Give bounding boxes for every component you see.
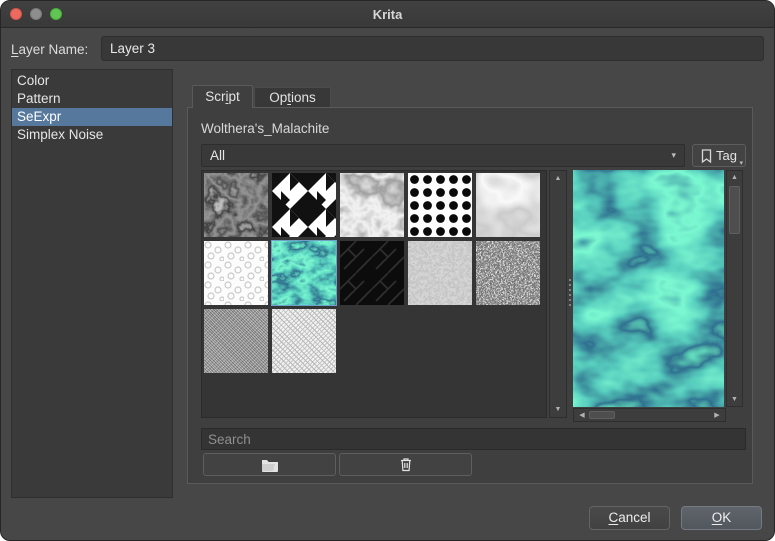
preview-scrollbar-vertical[interactable]: ▲ ▼ bbox=[726, 170, 743, 407]
splitter-handle[interactable] bbox=[567, 279, 572, 313]
scroll-down-icon[interactable]: ▼ bbox=[727, 396, 742, 403]
pattern-thumbnail-bw-triangles[interactable] bbox=[272, 173, 336, 237]
pattern-thumbnail-dark-marble[interactable] bbox=[204, 173, 268, 237]
generator-list: Color Pattern SeExpr Simplex Noise bbox=[11, 69, 173, 498]
traffic-lights bbox=[10, 8, 62, 20]
tab-script[interactable]: Script bbox=[192, 85, 253, 108]
titlebar[interactable]: Krita bbox=[1, 1, 774, 28]
import-resource-button[interactable] bbox=[203, 453, 336, 476]
pattern-thumbnail-polka-dots[interactable] bbox=[408, 173, 472, 237]
zoom-button-icon[interactable] bbox=[50, 8, 62, 20]
pattern-preview[interactable] bbox=[573, 170, 724, 407]
tag-button[interactable]: Tag ▾ bbox=[692, 144, 746, 167]
pattern-thumbnail-gray-fabric[interactable] bbox=[204, 309, 268, 373]
layer-name-label: Layer Name: bbox=[11, 42, 88, 57]
bookmark-icon bbox=[701, 149, 712, 163]
list-item-color[interactable]: Color bbox=[12, 72, 172, 90]
list-item-simplex-noise[interactable]: Simplex Noise bbox=[12, 126, 172, 144]
scroll-left-icon[interactable]: ◀ bbox=[577, 411, 587, 419]
pattern-thumbnail-white-squiggles[interactable] bbox=[204, 241, 268, 305]
pattern-thumbnail-dark-speckle[interactable] bbox=[476, 241, 540, 305]
scrollbar-thumb[interactable] bbox=[589, 411, 615, 419]
ok-button[interactable]: OK bbox=[681, 506, 762, 530]
close-button-icon[interactable] bbox=[10, 8, 22, 20]
pattern-thumbnail-soft-clouds[interactable] bbox=[476, 173, 540, 237]
pattern-thumbnail-light-weave[interactable] bbox=[272, 309, 336, 373]
pattern-thumbnail-malachite[interactable] bbox=[272, 241, 336, 305]
tab-options[interactable]: Options bbox=[254, 87, 331, 108]
pattern-thumbnail-black-maze[interactable] bbox=[340, 241, 404, 305]
pattern-search-input[interactable] bbox=[201, 428, 746, 450]
trash-icon bbox=[399, 457, 413, 472]
list-item-pattern[interactable]: Pattern bbox=[12, 90, 172, 108]
chevron-down-icon: ▾ bbox=[671, 145, 676, 166]
pattern-thumbnail-gray-marble[interactable] bbox=[340, 173, 404, 237]
scroll-down-icon[interactable]: ▼ bbox=[550, 406, 566, 413]
scroll-up-icon[interactable]: ▲ bbox=[550, 175, 566, 182]
pattern-grid bbox=[201, 170, 547, 418]
pattern-thumbnail-concrete[interactable] bbox=[408, 241, 472, 305]
list-item-seexpr[interactable]: SeExpr bbox=[12, 108, 172, 126]
scroll-up-icon[interactable]: ▲ bbox=[727, 174, 742, 181]
layer-name-input[interactable] bbox=[101, 36, 764, 61]
krita-dialog-window: Krita Layer Name: Color Pattern SeExpr S… bbox=[0, 0, 775, 541]
folder-icon bbox=[261, 458, 279, 472]
cancel-button[interactable]: Cancel bbox=[589, 506, 670, 530]
tag-filter-dropdown[interactable]: All ▾ bbox=[201, 144, 685, 167]
tag-menu-arrow-icon: ▾ bbox=[739, 159, 743, 167]
delete-resource-button[interactable] bbox=[339, 453, 472, 476]
current-pattern-name: Wolthera's_Malachite bbox=[201, 121, 329, 136]
scrollbar-thumb[interactable] bbox=[729, 186, 740, 234]
scroll-right-icon[interactable]: ▶ bbox=[712, 411, 722, 419]
window-title: Krita bbox=[1, 1, 774, 28]
grid-scrollbar-vertical[interactable]: ▲ ▼ bbox=[549, 170, 567, 418]
preview-scrollbar-horizontal[interactable]: ◀ ▶ bbox=[573, 408, 726, 422]
minimize-button-icon bbox=[30, 8, 42, 20]
